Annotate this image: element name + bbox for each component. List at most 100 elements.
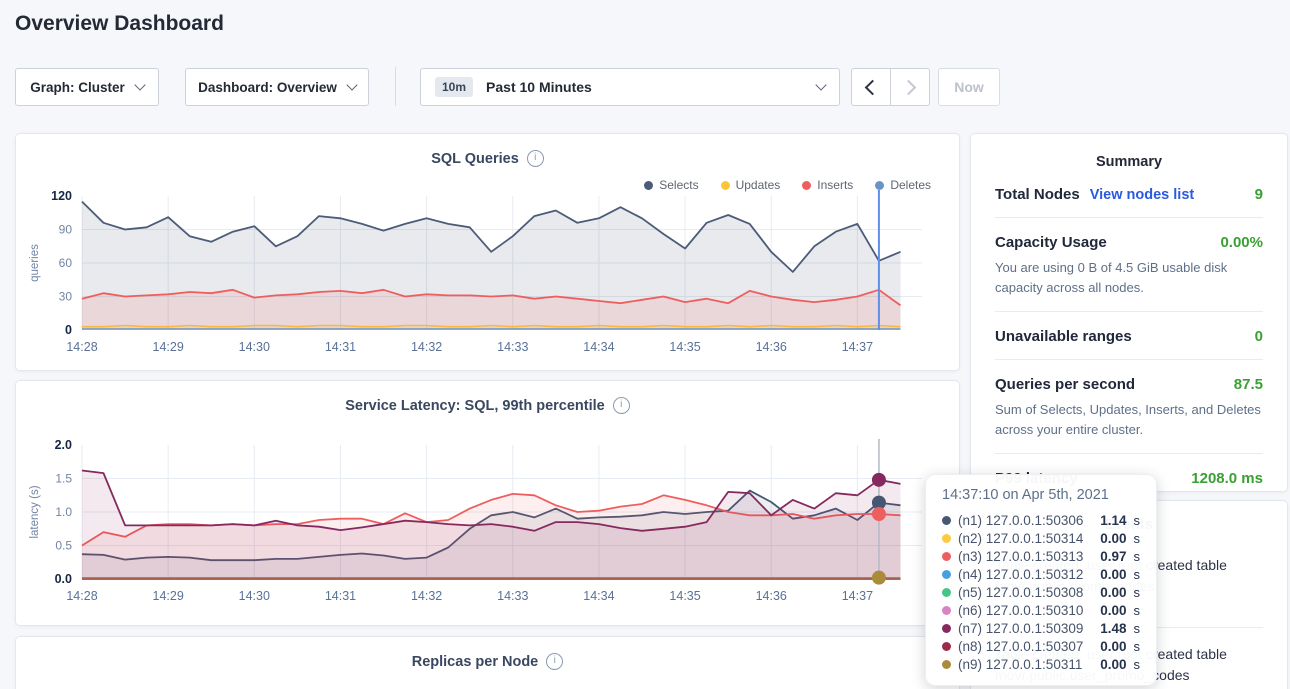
tooltip-row: (n2) 127.0.0.1:503140.00s <box>942 529 1140 547</box>
chevron-down-icon <box>346 79 357 90</box>
svg-text:2.0: 2.0 <box>55 438 72 452</box>
series-dot <box>942 588 951 597</box>
graph-dropdown[interactable]: Graph: Cluster <box>15 68 159 106</box>
svg-text:14:30: 14:30 <box>239 340 270 354</box>
series-dot <box>942 624 951 633</box>
latency-unit: s <box>1134 585 1141 600</box>
svg-text:0.0: 0.0 <box>55 572 72 586</box>
summary-value: 9 <box>1255 186 1263 203</box>
service-latency-chart[interactable]: 14:2814:2914:3014:3114:3214:3314:3414:35… <box>24 433 954 611</box>
svg-text:14:28: 14:28 <box>66 340 97 354</box>
node-address: (n6) 127.0.0.1:50310 <box>958 603 1093 618</box>
summary-title: Summary <box>995 134 1263 170</box>
sql-queries-chart[interactable]: 14:2814:2914:3014:3114:3214:3314:3414:35… <box>24 184 954 362</box>
series-dot <box>942 516 951 525</box>
summary-value: 0.00% <box>1220 234 1263 251</box>
summary-description: You are using 0 B of 4.5 GiB usable disk… <box>995 258 1263 297</box>
view-nodes-link[interactable]: View nodes list <box>1090 187 1195 203</box>
summary-value: 87.5 <box>1234 376 1263 393</box>
node-address: (n1) 127.0.0.1:50306 <box>958 513 1093 528</box>
info-icon[interactable]: i <box>613 397 630 414</box>
summary-unavailable-ranges: Unavailable ranges 0 <box>995 312 1263 360</box>
overview-dashboard-page: Overview Dashboard Graph: Cluster Dashbo… <box>0 0 1290 689</box>
latency-unit: s <box>1134 621 1141 636</box>
series-dot <box>942 552 951 561</box>
now-button[interactable]: Now <box>938 68 1000 106</box>
svg-text:60: 60 <box>59 256 73 270</box>
node-address: (n3) 127.0.0.1:50313 <box>958 549 1093 564</box>
tooltip-row: (n3) 127.0.0.1:50313 0.97 s <box>942 547 1140 565</box>
tooltip-row: (n1) 127.0.0.1:503061.14s <box>942 511 1140 529</box>
summary-queries-per-second: Queries per second 87.5 Sum of Selects, … <box>995 360 1263 454</box>
chart-hover-tooltip: 14:37:10on Apr 5th, 2021 (n1) 127.0.0.1:… <box>925 474 1157 686</box>
chevron-down-icon <box>815 79 826 90</box>
svg-text:14:33: 14:33 <box>497 589 528 603</box>
latency-unit: s <box>1134 639 1141 654</box>
summary-label: Queries per second <box>995 376 1135 393</box>
node-address: (n8) 127.0.0.1:50307 <box>958 639 1093 654</box>
node-address: (n4) 127.0.0.1:50312 <box>958 567 1093 582</box>
tooltip-row: (n5) 127.0.0.1:503080.00s <box>942 583 1140 601</box>
tooltip-timestamp: 14:37:10on Apr 5th, 2021 <box>942 487 1140 503</box>
tooltip-row: (n9) 127.0.0.1:503110.00s <box>942 655 1140 673</box>
svg-text:14:31: 14:31 <box>325 589 356 603</box>
info-icon[interactable]: i <box>527 150 544 167</box>
svg-text:1.0: 1.0 <box>55 505 72 519</box>
chevron-down-icon <box>134 79 145 90</box>
controls-divider <box>395 67 396 106</box>
dashboard-dropdown[interactable]: Dashboard: Overview <box>185 68 369 106</box>
chevron-right-icon <box>901 79 917 95</box>
svg-text:14:29: 14:29 <box>153 340 184 354</box>
time-prev-button[interactable] <box>851 68 891 106</box>
summary-value: 1208.0 ms <box>1191 470 1263 487</box>
svg-text:14:37: 14:37 <box>842 589 873 603</box>
svg-text:1.5: 1.5 <box>55 472 72 486</box>
latency-value: 0.00 <box>1100 603 1126 618</box>
summary-description: Sum of Selects, Updates, Inserts, and De… <box>995 400 1263 439</box>
latency-unit: s <box>1134 549 1141 564</box>
svg-text:14:32: 14:32 <box>411 589 442 603</box>
latency-value: 0.00 <box>1100 639 1126 654</box>
svg-text:14:31: 14:31 <box>325 340 356 354</box>
tooltip-row: (n4) 127.0.0.1:503120.00s <box>942 565 1140 583</box>
series-dot <box>942 570 951 579</box>
chart-header: Service Latency: SQL, 99th percentile i <box>16 397 959 415</box>
latency-unit: s <box>1134 513 1141 528</box>
svg-text:0.5: 0.5 <box>55 539 72 553</box>
series-dot <box>942 660 951 669</box>
svg-text:14:37: 14:37 <box>842 340 873 354</box>
svg-text:0: 0 <box>65 323 72 337</box>
series-dot <box>942 606 951 615</box>
svg-text:queries: queries <box>29 244 41 282</box>
latency-unit: s <box>1134 567 1141 582</box>
svg-text:120: 120 <box>51 189 72 203</box>
chevron-left-icon <box>865 79 881 95</box>
latency-unit: s <box>1134 603 1141 618</box>
chart-title: Service Latency: SQL, 99th percentile <box>345 398 605 414</box>
tooltip-row: (n8) 127.0.0.1:50307 0.00 s <box>942 637 1140 655</box>
latency-value: 0.00 <box>1100 531 1126 546</box>
svg-text:latency (s): latency (s) <box>29 485 41 538</box>
svg-text:30: 30 <box>59 290 73 304</box>
time-next-button[interactable] <box>890 68 930 106</box>
info-icon[interactable]: i <box>546 653 563 670</box>
chart-header: SQL Queriesi <box>16 150 959 168</box>
svg-text:14:28: 14:28 <box>66 589 97 603</box>
sql-queries-card: SQL Queriesi Selects Updates Inserts Del… <box>15 133 960 371</box>
dashboard-dropdown-label: Dashboard: Overview <box>198 80 337 95</box>
summary-label: Total Nodes <box>995 186 1080 203</box>
service-latency-card: Service Latency: SQL, 99th percentile i 1… <box>15 380 960 626</box>
time-range-selector[interactable]: 10m Past 10 Minutes <box>420 68 840 106</box>
latency-value: 1.48 <box>1100 621 1126 636</box>
chart-title: Replicas per Node <box>412 654 539 670</box>
page-title: Overview Dashboard <box>15 12 224 36</box>
tooltip-time: 14:37:10 <box>942 487 998 503</box>
summary-panel: Summary Total Nodes View nodes list 9 Ca… <box>970 133 1288 492</box>
tooltip-row: (n7) 127.0.0.1:503091.48s <box>942 619 1140 637</box>
time-range-badge: 10m <box>435 77 473 97</box>
latency-value: 0.97 <box>1100 549 1126 564</box>
latency-value: 0.00 <box>1100 585 1126 600</box>
latency-unit: s <box>1134 531 1141 546</box>
svg-text:14:34: 14:34 <box>583 340 614 354</box>
latency-value: 0.00 <box>1100 657 1126 672</box>
